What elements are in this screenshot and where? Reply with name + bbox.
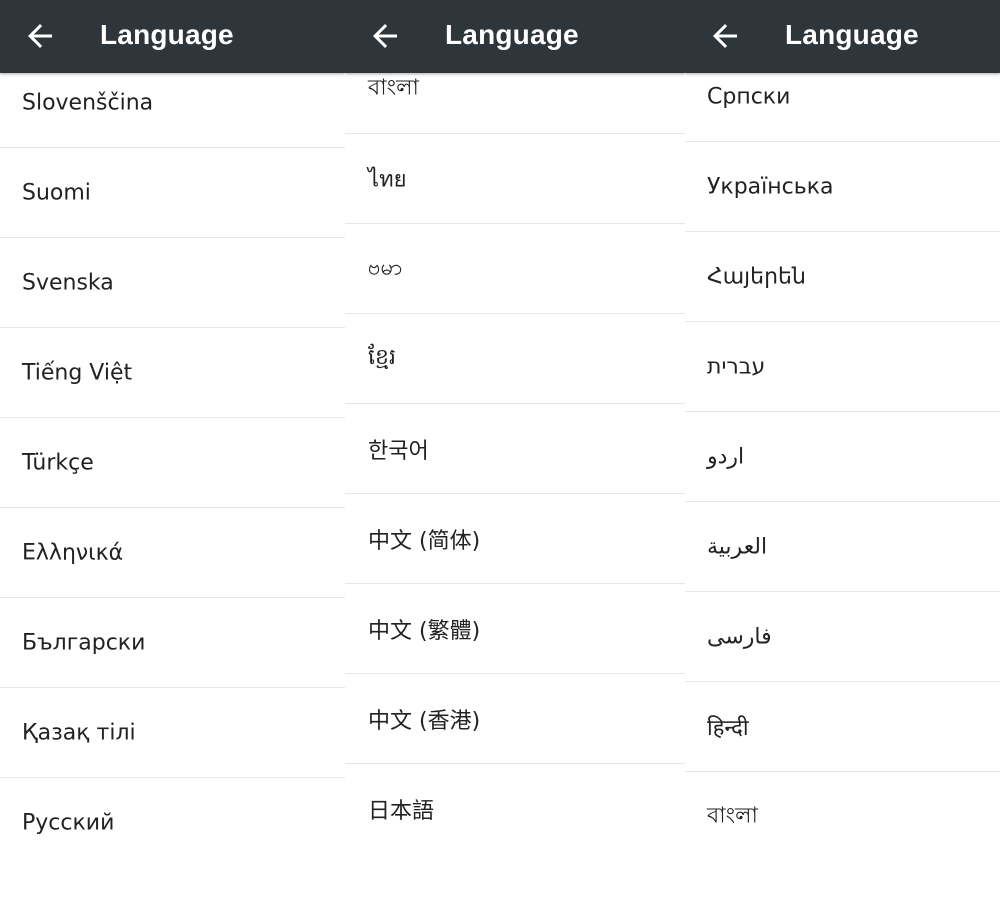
language-label: עברית <box>707 354 766 379</box>
language-item[interactable]: فارسی <box>685 592 1000 682</box>
language-item[interactable]: Українська <box>685 142 1000 232</box>
arrow-left-icon <box>28 24 52 48</box>
language-label: हिन्दी <box>707 715 749 741</box>
page-title: Language <box>100 19 234 50</box>
language-label: Українська <box>707 174 834 199</box>
language-label: Tiếng Việt <box>22 360 133 385</box>
language-label: বাংলা <box>707 803 758 829</box>
language-label: 日本語 <box>368 799 435 824</box>
language-screen-1: Slovenščina Suomi Svenska Tiếng Việt Tür… <box>0 0 345 924</box>
language-item[interactable]: 中文 (繁體) <box>345 584 685 674</box>
language-label: Svenska <box>22 270 114 295</box>
app-bar: Language <box>685 0 1000 73</box>
language-label: ဗမာ <box>368 255 403 280</box>
language-label: Српски <box>707 84 791 109</box>
screens-container: Slovenščina Suomi Svenska Tiếng Việt Tür… <box>0 0 1000 924</box>
back-button[interactable] <box>367 18 403 54</box>
language-label: Български <box>22 630 146 655</box>
arrow-left-icon <box>373 24 397 48</box>
language-label: Русский <box>22 810 115 836</box>
language-label: 中文 (简体) <box>368 528 481 554</box>
language-item[interactable]: 한국어 <box>345 404 685 494</box>
language-label: Suomi <box>22 180 91 205</box>
language-item[interactable]: हिन्दी <box>685 682 1000 772</box>
language-label: Türkçe <box>22 450 94 475</box>
language-label: ไทย <box>368 167 407 192</box>
language-item[interactable]: ไทย <box>345 134 685 224</box>
language-label: 中文 (繁體) <box>368 618 481 644</box>
language-item[interactable]: 中文 (简体) <box>345 494 685 584</box>
language-label: Հայերեն <box>707 264 806 289</box>
language-item[interactable]: ខ្មែរ <box>345 314 685 404</box>
language-label: Қазақ тілі <box>22 720 136 745</box>
language-item[interactable]: Türkçe <box>0 418 345 508</box>
page-title: Language <box>445 19 579 50</box>
language-screen-3: Српски Українська Հայերեն עברית اردو الع… <box>685 0 1000 924</box>
language-label: العربية <box>707 534 768 559</box>
language-item[interactable]: ဗမာ <box>345 224 685 314</box>
language-item[interactable]: Русский <box>0 778 345 868</box>
app-bar: Language <box>345 0 685 73</box>
language-label: فارسی <box>707 624 772 649</box>
arrow-left-icon <box>713 24 737 48</box>
language-item[interactable]: 日本語 <box>345 764 685 854</box>
language-item[interactable]: Ελληνικά <box>0 508 345 598</box>
language-item[interactable]: Suomi <box>0 148 345 238</box>
back-button[interactable] <box>707 18 743 54</box>
language-item[interactable]: العربية <box>685 502 1000 592</box>
language-item[interactable]: עברית <box>685 322 1000 412</box>
language-label: বাংলা <box>368 75 419 100</box>
language-item[interactable]: Svenska <box>0 238 345 328</box>
language-item[interactable]: اردو <box>685 412 1000 502</box>
language-item[interactable]: Հայերեն <box>685 232 1000 322</box>
language-label: 한국어 <box>368 438 429 464</box>
app-bar: Language <box>0 0 345 73</box>
language-label: ខ្មែរ <box>368 344 396 370</box>
language-item[interactable]: 中文 (香港) <box>345 674 685 764</box>
back-button[interactable] <box>22 18 58 54</box>
language-label: Slovenščina <box>22 90 154 115</box>
language-screen-2: বাংলা ไทย ဗမာ ខ្មែរ 한국어 中文 (简体) 中文 (繁體) … <box>345 0 685 924</box>
page-title: Language <box>785 19 919 50</box>
language-label: اردو <box>707 444 745 469</box>
language-item[interactable]: Қазақ тілі <box>0 688 345 778</box>
language-item[interactable]: Tiếng Việt <box>0 328 345 418</box>
language-item[interactable]: Български <box>0 598 345 688</box>
language-label: 中文 (香港) <box>368 708 481 734</box>
language-item[interactable]: বাংলা <box>685 772 1000 862</box>
language-label: Ελληνικά <box>22 540 124 565</box>
